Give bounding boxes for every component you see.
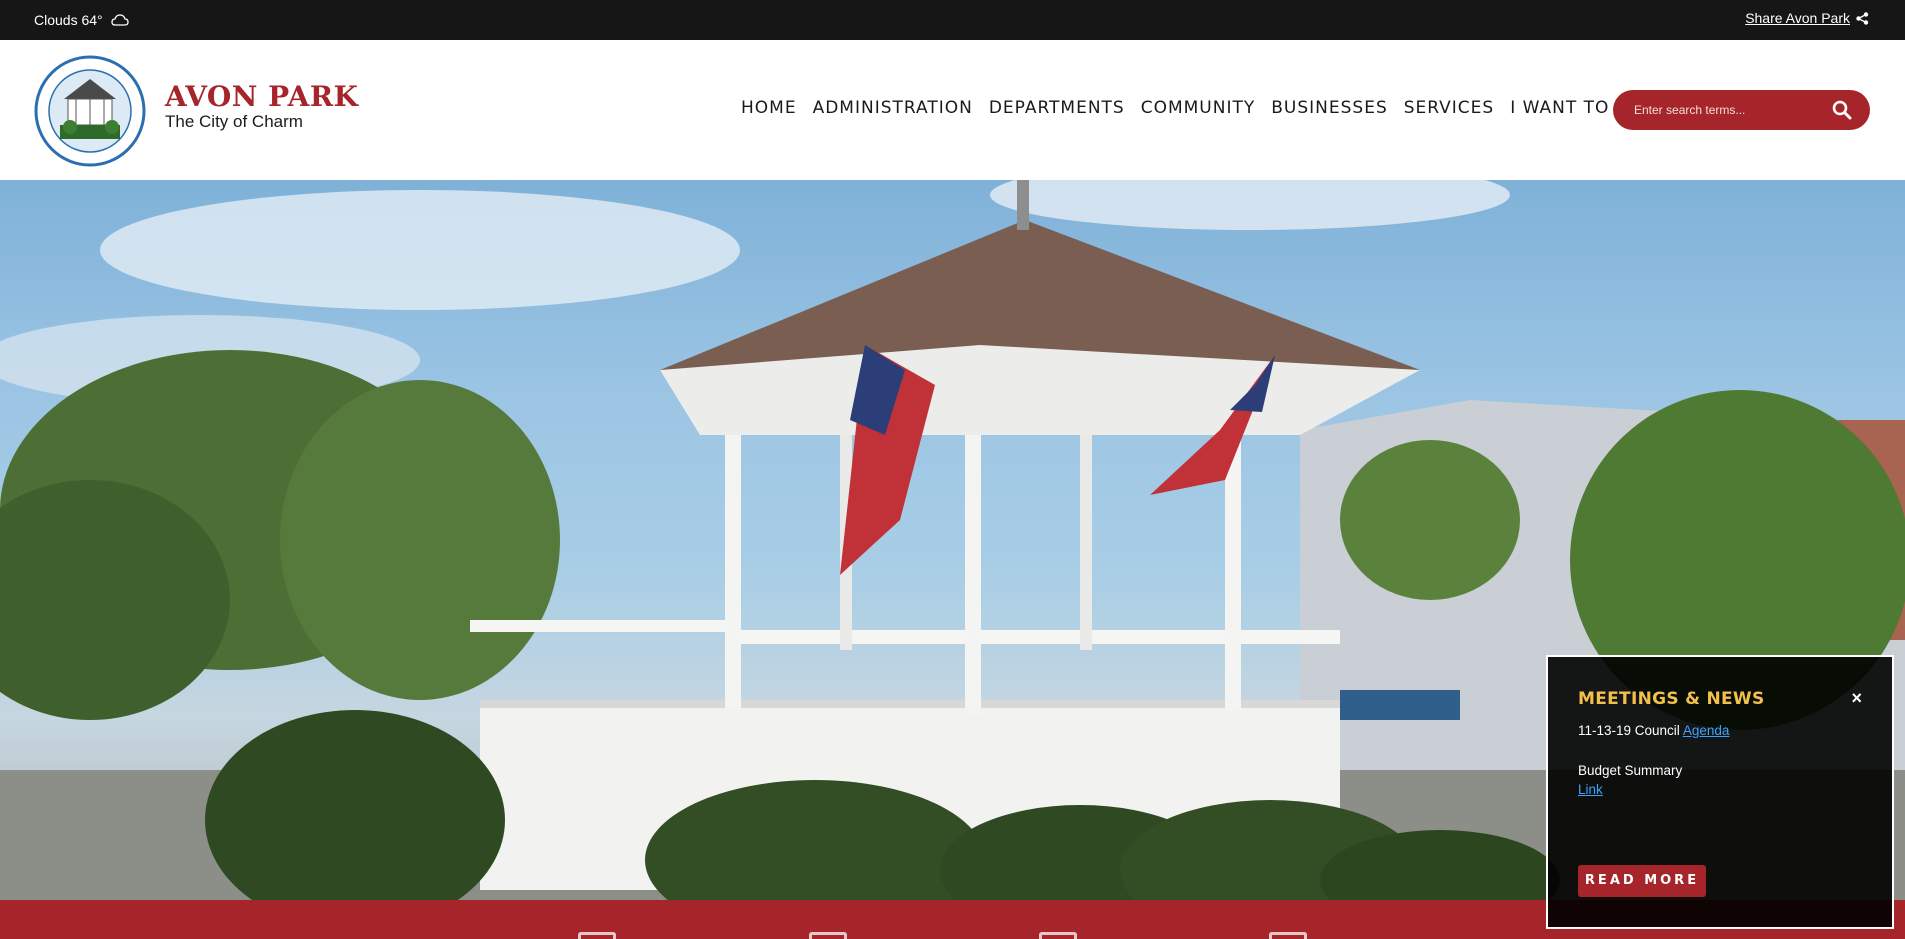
search-box bbox=[1613, 90, 1870, 130]
main-nav: HOME ADMINISTRATION DEPARTMENTS COMMUNIT… bbox=[733, 98, 1617, 118]
quick-link-icon[interactable] bbox=[809, 932, 847, 939]
nav-item-departments[interactable]: DEPARTMENTS bbox=[981, 98, 1133, 118]
nav-item-businesses[interactable]: BUSINESSES bbox=[1263, 98, 1395, 118]
nav-item-i-want-to[interactable]: I WANT TO bbox=[1502, 98, 1617, 118]
quick-link-icon[interactable] bbox=[578, 932, 616, 939]
site-header: AVON PARK The City of Charm HOME ADMINIS… bbox=[0, 40, 1905, 180]
nav-item-services[interactable]: SERVICES bbox=[1396, 98, 1502, 118]
budget-link[interactable]: Link bbox=[1578, 782, 1682, 797]
meetings-news-popup: MEETINGS & NEWS × 11-13-19 Council Agend… bbox=[1546, 655, 1894, 929]
share-label: Share Avon Park bbox=[1745, 10, 1850, 26]
weather-text: Clouds 64° bbox=[34, 12, 103, 28]
brand[interactable]: AVON PARK The City of Charm bbox=[165, 82, 359, 132]
calendar-icon[interactable] bbox=[1269, 932, 1307, 939]
nav-item-community[interactable]: COMMUNITY bbox=[1133, 98, 1264, 118]
search-input[interactable] bbox=[1634, 103, 1824, 117]
read-more-button[interactable]: READ MORE bbox=[1578, 865, 1706, 897]
news-item-text: 11-13-19 Council bbox=[1578, 723, 1680, 738]
popup-title: MEETINGS & NEWS bbox=[1578, 689, 1765, 709]
news-item: 11-13-19 Council Agenda bbox=[1578, 723, 1729, 738]
news-item-text: Budget Summary bbox=[1578, 763, 1683, 778]
brand-subtitle: The City of Charm bbox=[165, 112, 303, 131]
share-link[interactable]: Share Avon Park bbox=[1745, 10, 1869, 26]
nav-item-home[interactable]: HOME bbox=[733, 98, 805, 118]
news-item: Budget Summary Link bbox=[1578, 763, 1682, 797]
agenda-link[interactable]: Agenda bbox=[1683, 723, 1730, 738]
weather-widget: Clouds 64° bbox=[34, 12, 129, 28]
brand-title: AVON PARK bbox=[165, 80, 359, 113]
search-icon[interactable] bbox=[1832, 100, 1852, 120]
quick-link-icon[interactable] bbox=[1039, 932, 1077, 939]
cloud-icon bbox=[110, 14, 129, 26]
city-seal-logo[interactable] bbox=[34, 55, 146, 167]
top-bar: Clouds 64° Share Avon Park bbox=[0, 0, 1905, 40]
share-icon bbox=[1856, 11, 1869, 25]
nav-item-administration[interactable]: ADMINISTRATION bbox=[805, 98, 981, 118]
close-icon[interactable]: × bbox=[1851, 689, 1862, 707]
